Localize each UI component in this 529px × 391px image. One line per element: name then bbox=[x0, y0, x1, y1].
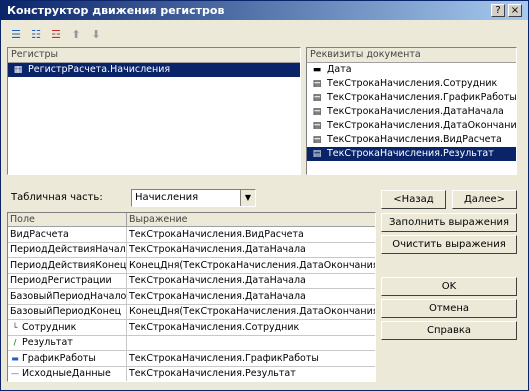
requisite-item[interactable]: ▤ ТекСтрокаНачисления.ДатаОкончания bbox=[307, 119, 516, 133]
tabular-part-label: Табличная часть: bbox=[11, 192, 103, 203]
requisite-item[interactable]: ▤ ТекСтрокаНачисления.ВидРасчета bbox=[307, 133, 516, 147]
requisite-item[interactable]: ▤ ТекСтрокаНачисления.Результат bbox=[307, 147, 516, 161]
attribute-icon: ▬ bbox=[11, 353, 19, 363]
requisite-item[interactable]: ▤ ТекСтрокаНачисления.ДатаНачала bbox=[307, 105, 516, 119]
window-title: Конструктор движения регистров bbox=[7, 4, 225, 17]
register-item[interactable]: ▦ РегистрРасчета.Начисления bbox=[8, 63, 300, 77]
table-row[interactable]: ПериодДействияКонец КонецДня(ТекСтрокаНач… bbox=[8, 257, 375, 274]
back-button[interactable]: <Назад bbox=[381, 190, 446, 209]
add-register-icon[interactable]: ☰ bbox=[7, 27, 25, 43]
table-icon: ▤ bbox=[312, 79, 322, 89]
table-row[interactable]: └ Сотрудник ТекСтрокаНачисления.Сотрудник bbox=[8, 319, 375, 336]
tabular-part-select[interactable]: Начисления ▼ bbox=[131, 189, 256, 207]
table-icon: ▤ bbox=[312, 107, 322, 117]
requisites-header: Реквизиты документа bbox=[307, 48, 516, 63]
chevron-down-icon[interactable]: ▼ bbox=[240, 190, 255, 206]
table-row[interactable]: — ИсходныеДанные ТекСтрокаНачисления.Резул… bbox=[8, 366, 375, 381]
requisite-item[interactable]: ▬ Дата bbox=[307, 63, 516, 77]
column-header-expression[interactable]: Выражение bbox=[126, 213, 375, 227]
dash-icon: ▬ bbox=[312, 65, 322, 75]
requisites-list: Реквизиты документа ▬ Дата ▤ ТекСтрокаНачи… bbox=[306, 47, 517, 175]
table-row[interactable]: ПериодДействияНачало ТекСтрокаНачисления.… bbox=[8, 242, 375, 258]
registers-header: Регистры bbox=[8, 48, 300, 63]
table-row[interactable]: ВидРасчета ТекСтрокаНачисления.ВидРасчета bbox=[8, 226, 375, 243]
register-movement-dialog: Конструктор движения регистров ? × ☰ ☷ ☲… bbox=[0, 0, 529, 391]
requisite-item[interactable]: ▤ ТекСтрокаНачисления.Сотрудник bbox=[307, 77, 516, 91]
next-button[interactable]: Далее> bbox=[452, 190, 517, 209]
table-row[interactable]: ▬ ГрафикРаботы ТекСтрокаНачисления.ГрафикР… bbox=[8, 350, 375, 367]
move-down-icon[interactable]: ⬇ bbox=[87, 27, 105, 43]
table-icon: ▤ bbox=[312, 93, 322, 103]
column-header-field[interactable]: Поле bbox=[8, 213, 127, 227]
table-row[interactable]: БазовыйПериодКонец КонецДня(ТекСтрокаНачи… bbox=[8, 304, 375, 320]
expressions-grid: Поле Выражение ВидРасчета ТекСтрокаНачисл… bbox=[7, 212, 376, 382]
table-row[interactable]: / Результат bbox=[8, 335, 375, 351]
registers-list: Регистры ▦ РегистрРасчета.Начисления bbox=[7, 47, 301, 175]
close-button[interactable]: × bbox=[508, 4, 522, 17]
move-up-icon[interactable]: ⬆ bbox=[67, 27, 85, 43]
cancel-button[interactable]: Отмена bbox=[381, 299, 517, 318]
help-button[interactable]: Справка bbox=[381, 321, 517, 340]
help-title-button[interactable]: ? bbox=[491, 4, 505, 17]
requisite-item[interactable]: ▤ ТекСтрокаНачисления.ГрафикРаботы bbox=[307, 91, 516, 105]
tree-branch-icon: └ bbox=[12, 322, 18, 332]
resource-icon: / bbox=[13, 338, 17, 348]
table-row[interactable]: ПериодРегистрации ТекСтрокаНачисления.Дат… bbox=[8, 273, 375, 289]
delete-register-icon[interactable]: ☲ bbox=[47, 27, 65, 43]
title-bar: Конструктор движения регистров ? × bbox=[1, 1, 528, 20]
table-row[interactable]: БазовыйПериодНачало ТекСтрокаНачисления.Д… bbox=[8, 288, 375, 305]
attribute-icon: — bbox=[11, 369, 19, 379]
table-icon: ▤ bbox=[312, 135, 322, 145]
add-icon[interactable]: ☷ bbox=[27, 27, 45, 43]
ok-button[interactable]: OK bbox=[381, 277, 517, 296]
fill-expressions-button[interactable]: Заполнить выражения bbox=[381, 213, 517, 232]
register-icon: ▦ bbox=[13, 65, 23, 75]
clear-expressions-button[interactable]: Очистить выражения bbox=[381, 235, 517, 254]
table-icon: ▤ bbox=[312, 121, 322, 131]
table-icon: ▤ bbox=[312, 149, 322, 159]
